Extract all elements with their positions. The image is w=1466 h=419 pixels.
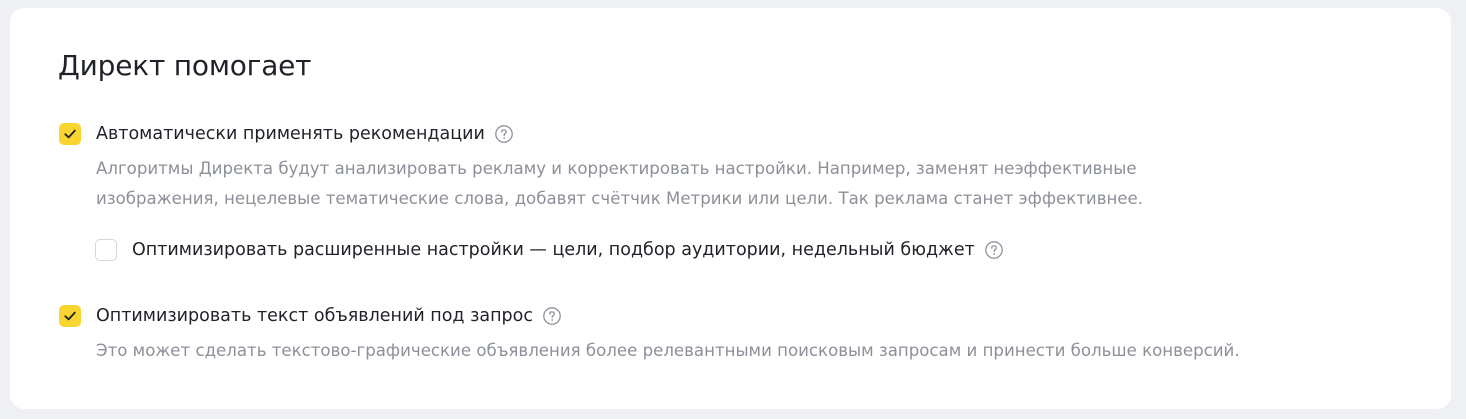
ad-text-description: Это может сделать текстово-графические о… [96, 336, 1240, 366]
ad-text-label[interactable]: Оптимизировать текст объявлений под запр… [96, 304, 533, 328]
auto-apply-checkbox[interactable] [59, 123, 81, 145]
card-title: Директ помогает [58, 49, 312, 82]
option-auto-apply-recommendations: Автоматически применять рекомендации Алг… [59, 122, 1143, 214]
description-line: Это может сделать текстово-графические о… [96, 341, 1240, 360]
option-row: Оптимизировать текст объявлений под запр… [59, 304, 1240, 328]
advanced-settings-checkbox[interactable] [95, 239, 117, 261]
question-circle-icon[interactable] [542, 306, 562, 326]
auto-apply-label[interactable]: Автоматически применять рекомендации [96, 122, 485, 146]
description-line: изображения, нецелевые тематические слов… [96, 189, 1144, 208]
option-optimize-advanced-settings: Оптимизировать расширенные настройки — ц… [95, 238, 1004, 262]
advanced-settings-label[interactable]: Оптимизировать расширенные настройки — ц… [132, 238, 975, 262]
direct-helps-card: Директ помогает Автоматически применять … [10, 8, 1451, 409]
question-circle-icon[interactable] [494, 124, 514, 144]
auto-apply-description: Алгоритмы Директа будут анализировать ре… [96, 154, 1143, 214]
question-circle-icon[interactable] [984, 240, 1004, 260]
option-row: Оптимизировать расширенные настройки — ц… [95, 238, 1004, 262]
check-icon [64, 311, 76, 321]
option-optimize-ad-text: Оптимизировать текст объявлений под запр… [59, 304, 1240, 366]
ad-text-checkbox[interactable] [59, 305, 81, 327]
description-line: Алгоритмы Директа будут анализировать ре… [96, 159, 1137, 178]
check-icon [64, 129, 76, 139]
option-row: Автоматически применять рекомендации [59, 122, 1143, 146]
